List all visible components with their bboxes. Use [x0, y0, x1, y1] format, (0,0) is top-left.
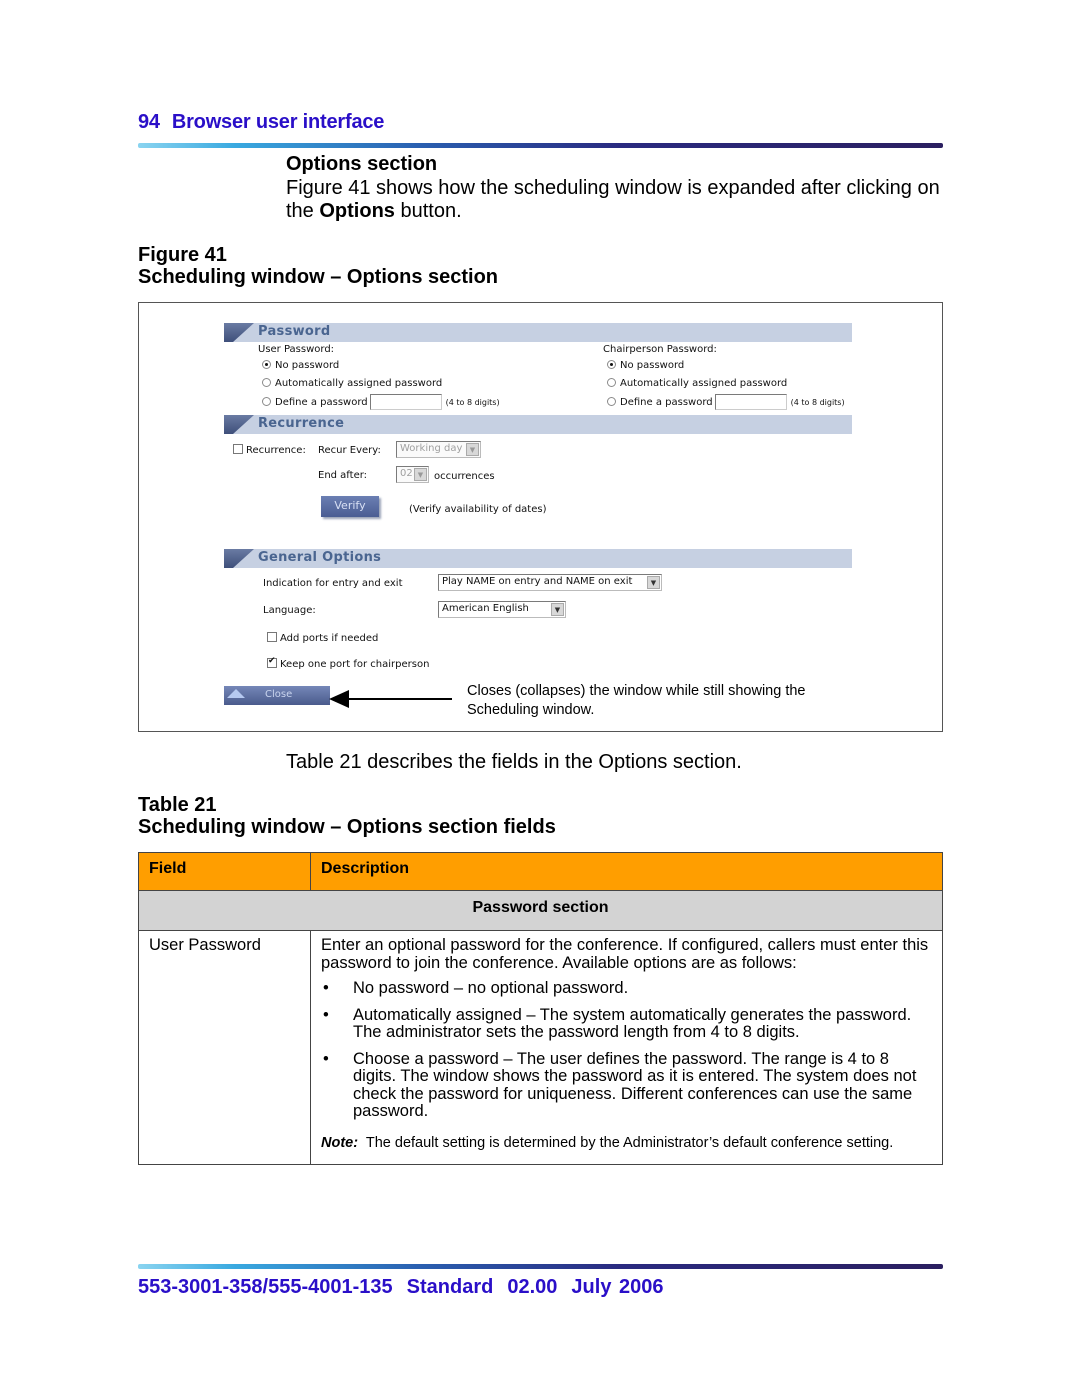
- description-cell: Enter an optional password for the confe…: [310, 930, 943, 1165]
- figure-frame: [138, 302, 943, 732]
- checkbox-checked-icon[interactable]: [267, 656, 277, 668]
- section-wedge-icon: [224, 323, 254, 342]
- list-item: • Choose a password – The user defines th…: [323, 1049, 917, 1120]
- close-callout: Closes (collapses) the window while stil…: [467, 683, 806, 718]
- page-number: 94: [138, 111, 160, 133]
- chapter-title: Browser user interface: [171, 111, 385, 133]
- callout-arrow-line: [346, 698, 452, 700]
- chevron-down-icon[interactable]: ▼: [414, 468, 427, 481]
- language-label: Language:: [263, 605, 316, 616]
- doc-date: July 2006: [571, 1276, 664, 1298]
- language-select[interactable]: American English ▼: [438, 601, 566, 618]
- table-header-row: Field Description: [138, 852, 943, 891]
- close-button[interactable]: Close: [224, 686, 330, 705]
- doc-version: 02.00: [507, 1276, 558, 1298]
- section-wedge-icon: [224, 549, 254, 568]
- note-label: Note:: [321, 1134, 359, 1151]
- options-list: • No password – no optional password. • Au…: [321, 979, 932, 1121]
- user-radio-auto-password[interactable]: Automatically assigned password: [262, 378, 442, 389]
- recur-every-select[interactable]: Working day ▼: [396, 441, 481, 458]
- user-password-input[interactable]: [369, 394, 442, 410]
- bullet-icon: •: [323, 1049, 329, 1068]
- section-wedge-icon: [224, 415, 254, 434]
- end-after-label: End after:: [318, 470, 368, 481]
- verify-button[interactable]: Verify: [321, 496, 379, 517]
- verify-hint: (Verify availability of dates): [409, 504, 547, 515]
- page-footer: 553-3001-358/555-4001-135 Standard 02.00 Ju…: [138, 1276, 678, 1299]
- end-after-select[interactable]: 02 ▼: [396, 466, 429, 483]
- field-cell: User Password: [138, 930, 311, 1165]
- bullet-icon: •: [323, 1005, 329, 1024]
- user-radio-define-password[interactable]: Define a password (4 to 8 digits): [262, 394, 500, 410]
- recurrence-checkbox[interactable]: Recurrence:: [233, 444, 306, 456]
- keep-port-checkbox[interactable]: Keep one port for chairperson: [267, 656, 429, 670]
- chair-radio-auto-password[interactable]: Automatically assigned password: [607, 378, 787, 389]
- recurrence-heading: Recurrence: [258, 416, 345, 431]
- note-text: The default setting is determined by the…: [365, 1134, 894, 1151]
- note: Note: The default setting is determined …: [321, 1135, 932, 1152]
- chair-password-input[interactable]: [714, 394, 787, 410]
- add-ports-checkbox[interactable]: Add ports if needed: [267, 632, 378, 644]
- recur-every-label: Recur Every:: [318, 445, 381, 456]
- section-intro: Figure 41 shows how the scheduling windo…: [286, 177, 940, 222]
- general-options-heading: General Options: [258, 550, 382, 565]
- radio-icon[interactable]: [262, 397, 271, 406]
- checkbox-icon[interactable]: [267, 632, 277, 642]
- footer-rule: [138, 1264, 943, 1269]
- table-intro: Table 21 describes the fields in the Opt…: [286, 751, 742, 773]
- user-radio-no-password[interactable]: No password: [262, 360, 339, 371]
- table-label: Table 21: [138, 794, 217, 816]
- doc-status: Standard: [406, 1276, 494, 1298]
- radio-icon[interactable]: [607, 397, 616, 406]
- header-rule: [138, 143, 943, 148]
- indication-select[interactable]: Play NAME on entry and NAME on exit ▼: [438, 574, 662, 591]
- checkbox-icon[interactable]: [233, 444, 243, 454]
- section-title: Options section: [286, 153, 438, 175]
- figure-caption: Figure 41 Scheduling window – Options se…: [138, 244, 498, 288]
- password-section-bar: Password: [224, 323, 852, 342]
- chevron-down-icon[interactable]: ▼: [466, 443, 479, 456]
- collapse-up-icon: [227, 689, 245, 698]
- figure-label: Figure 41: [138, 244, 227, 266]
- list-item: • Automatically assigned – The system aut…: [323, 1005, 912, 1041]
- indication-label: Indication for entry and exit: [263, 578, 403, 589]
- password-section-subheader: Password section: [138, 890, 943, 931]
- radio-icon[interactable]: [262, 378, 271, 387]
- chair-radio-define-password[interactable]: Define a password (4 to 8 digits): [607, 394, 845, 410]
- header-description: Description: [310, 852, 943, 891]
- figure-title: Scheduling window – Options section: [138, 266, 499, 288]
- recurrence-section-bar: Recurrence: [224, 415, 852, 434]
- chevron-down-icon[interactable]: ▼: [551, 603, 564, 616]
- password-heading: Password: [258, 324, 331, 339]
- table-caption: Table 21 Scheduling window – Options sec…: [138, 794, 556, 838]
- radio-selected-icon[interactable]: [262, 360, 271, 369]
- description-text: Enter an optional password for the confe…: [321, 936, 929, 972]
- chair-password-label: Chairperson Password:: [603, 344, 717, 355]
- chevron-down-icon[interactable]: ▼: [647, 576, 660, 589]
- user-password-label: User Password:: [258, 344, 335, 355]
- table-subheader-row: Password section: [138, 890, 943, 931]
- header-field: Field: [138, 852, 311, 891]
- bullet-icon: •: [323, 979, 329, 997]
- list-item: • No password – no optional password.: [323, 979, 629, 997]
- radio-selected-icon[interactable]: [607, 360, 616, 369]
- occurrences-label: occurrences: [434, 471, 495, 482]
- fields-table: Field Description Password section User …: [138, 852, 943, 1165]
- chair-radio-no-password[interactable]: No password: [607, 360, 684, 371]
- table-title: Scheduling window – Options section fiel…: [138, 816, 556, 838]
- radio-icon[interactable]: [607, 378, 616, 387]
- table-row: User Password Enter an optional password…: [138, 930, 943, 1165]
- page-header: 94 Browser user interface: [138, 111, 384, 134]
- general-options-section-bar: General Options: [224, 549, 852, 568]
- doc-number: 553-3001-358/555-4001-135: [138, 1276, 393, 1298]
